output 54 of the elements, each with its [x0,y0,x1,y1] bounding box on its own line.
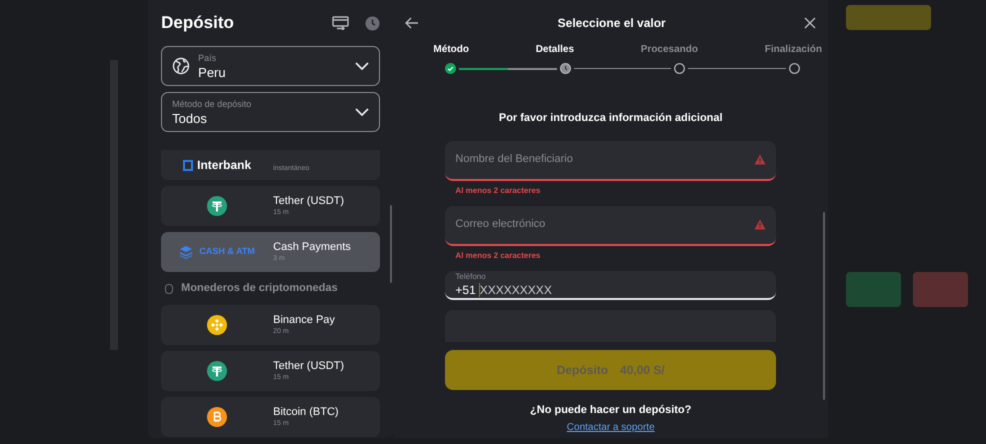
history-icon[interactable] [365,16,380,30]
blurred-button-block [846,272,901,307]
bitcoin-coin-icon [207,407,228,427]
close-icon[interactable] [804,17,816,29]
placeholder-text: XXXXXXXXX [480,282,553,298]
chevron-down-icon [355,108,370,116]
method-name: Binance Pay [273,313,335,327]
step-label: Finalización [764,43,822,57]
panel-title: Depósito [161,12,235,34]
phone-prefix: +51 [455,282,476,298]
warning-icon [754,219,766,230]
blurred-button-block [913,272,968,307]
warning-icon [754,154,766,165]
step-label: Procesando [640,43,698,57]
text-cursor [478,282,480,296]
field-label: Teléfono [455,270,487,282]
globe-icon [172,57,190,75]
input-field[interactable]: Nombre del Beneficiario [445,140,776,180]
step-label: Detalles [536,43,574,57]
square-logo-icon [183,160,194,170]
phone-input-field[interactable]: Teléfono +51 XXXXXXXXX [445,270,776,300]
section-heading: Monederos de criptomonedas [181,281,338,296]
chevron-down-icon [355,62,370,70]
input-field[interactable]: Correo electrónico [445,206,776,246]
card-transfer-icon[interactable] [332,16,350,30]
bank-logo-text: Interbank [197,157,252,174]
tether-coin-icon [207,196,228,216]
placeholder-text: Correo electrónico [455,217,546,232]
select-label: País [198,52,218,64]
scrollbar-thumb[interactable] [823,212,825,400]
cash-logo-text: CASH & ATM [199,245,255,258]
help-question: ¿No puede hacer un depósito? [529,402,692,418]
error-message: Al menos 2 caracteres [454,250,542,260]
select-label: Método de depósito [172,98,252,110]
method-name: Tether (USDT) [273,359,344,373]
panel-title: Seleccione el valor [556,15,667,32]
tether-coin-icon [207,361,228,381]
method-name: Tether (USDT) [273,194,344,208]
back-arrow-icon[interactable] [405,17,420,29]
scrollbar-thumb[interactable] [390,205,392,283]
method-name: Bitcoin (BTC) [273,405,339,419]
stack-icon [179,245,194,259]
dropdown-select[interactable]: País Peru [161,46,380,86]
step-label: Método [433,43,469,57]
form-heading: Por favor introduzca información adicional [498,111,724,126]
placeholder-text: Nombre del Beneficiario [455,152,574,168]
diamond-coin-icon [207,315,228,335]
error-message: Al menos 2 caracteres [454,186,542,196]
dropdown-select[interactable]: Método de depósito Todos [161,92,380,132]
support-link[interactable]: Contactar a soporte [566,420,655,435]
select-value: Todos [172,110,208,126]
method-name: Cash Payments [273,240,351,254]
coin-icon [165,284,174,294]
select-value: Peru [198,64,227,80]
